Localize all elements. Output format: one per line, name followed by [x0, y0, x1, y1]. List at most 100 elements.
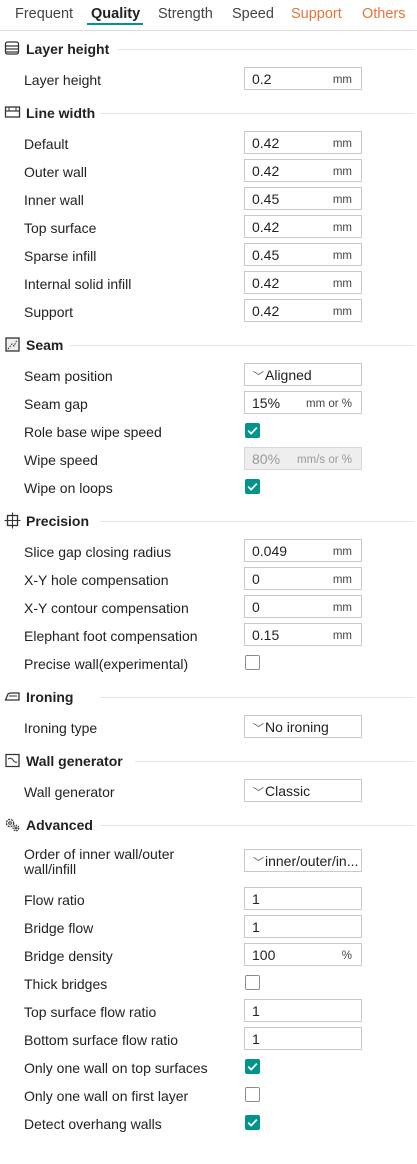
flow-ratio-input[interactable]: 1	[244, 887, 362, 910]
setting-label: Default	[24, 136, 69, 152]
setting-row-inner-wall: Inner wall 0.45 mm	[0, 186, 417, 214]
precise-wall-checkbox[interactable]	[245, 655, 260, 670]
input-value: 0.45	[252, 247, 280, 263]
seam-position-dropdown[interactable]: ﹀ Aligned	[244, 363, 362, 386]
input-unit: mm	[332, 574, 352, 586]
setting-label: Seam gap	[24, 396, 88, 412]
divider	[100, 521, 415, 522]
setting-row-wall-order: Order of inner wall/outer wall/infill ﹀ i…	[0, 846, 417, 877]
ironing-type-dropdown[interactable]: ﹀ No ironing	[244, 715, 362, 738]
input-value: 1	[252, 1003, 260, 1019]
setting-label: Wall generator	[24, 784, 115, 800]
input-value: 1	[252, 919, 260, 935]
support-width-input[interactable]: 0.42 mm	[244, 299, 362, 322]
setting-label: Detect overhang walls	[24, 1116, 162, 1132]
section-advanced: Advanced	[0, 812, 417, 838]
one-wall-top-checkbox[interactable]	[245, 1059, 260, 1074]
bottom-surface-flow-input[interactable]: 1	[244, 1027, 362, 1050]
tab-strength[interactable]: Strength	[158, 6, 213, 22]
top-surface-flow-input[interactable]: 1	[244, 999, 362, 1022]
wipe-speed-input: 80% mm/s or %	[244, 447, 362, 470]
default-width-input[interactable]: 0.42 mm	[244, 131, 362, 154]
wipe-on-loops-checkbox[interactable]	[245, 479, 260, 494]
input-value: 0.42	[252, 275, 280, 291]
select-value: Classic	[265, 783, 311, 799]
input-unit: mm or %	[306, 398, 352, 410]
setting-row-bottom-surface-flow: Bottom surface flow ratio 1	[0, 1026, 417, 1054]
divider	[100, 697, 415, 698]
chevron-down-icon: ﹀	[253, 371, 264, 383]
input-unit: mm	[332, 222, 352, 234]
setting-row-elephant-foot: Elephant foot compensation 0.15 mm	[0, 622, 417, 650]
gears-icon	[5, 818, 20, 832]
layer-height-input[interactable]: 0.2 mm	[244, 67, 362, 90]
input-unit: mm	[332, 306, 352, 318]
section-title: Seam	[26, 337, 64, 353]
seam-icon	[5, 337, 20, 352]
elephant-foot-input[interactable]: 0.15 mm	[244, 623, 362, 646]
inner-wall-width-input[interactable]: 0.45 mm	[244, 187, 362, 210]
setting-label: Only one wall on top surfaces	[24, 1060, 208, 1076]
detect-overhang-checkbox[interactable]	[245, 1115, 260, 1130]
section-seam: Seam	[0, 332, 417, 358]
section-precision: Precision	[0, 508, 417, 534]
wall-generator-icon	[5, 753, 20, 768]
section-title: Wall generator	[26, 753, 123, 769]
top-surface-width-input[interactable]: 0.42 mm	[244, 215, 362, 238]
bridge-flow-input[interactable]: 1	[244, 915, 362, 938]
wall-order-dropdown[interactable]: ﹀ inner/outer/in...	[244, 849, 362, 872]
input-value: 0.42	[252, 163, 280, 179]
input-unit: mm	[332, 166, 352, 178]
select-value: inner/outer/in...	[265, 853, 359, 869]
internal-solid-infill-width-input[interactable]: 0.42 mm	[244, 271, 362, 294]
setting-row-xy-hole: X-Y hole compensation 0 mm	[0, 566, 417, 594]
setting-row-seam-gap: Seam gap 15% mm or %	[0, 390, 417, 418]
input-value: 0.45	[252, 191, 280, 207]
tab-speed[interactable]: Speed	[232, 6, 274, 22]
setting-label: Bottom surface flow ratio	[24, 1032, 179, 1048]
input-unit: mm	[332, 278, 352, 290]
input-unit: mm	[332, 546, 352, 558]
tab-support[interactable]: Support	[291, 6, 342, 22]
setting-label: Seam position	[24, 368, 113, 384]
chevron-down-icon: ﹀	[253, 723, 264, 735]
xy-hole-compensation-input[interactable]: 0 mm	[244, 567, 362, 590]
input-unit: mm	[332, 250, 352, 262]
setting-row-ironing-type: Ironing type ﹀ No ironing	[0, 714, 417, 742]
slice-gap-input[interactable]: 0.049 mm	[244, 539, 362, 562]
thick-bridges-checkbox[interactable]	[245, 975, 260, 990]
setting-row-sparse-infill: Sparse infill 0.45 mm	[0, 242, 417, 270]
role-base-wipe-speed-checkbox[interactable]	[245, 423, 260, 438]
setting-label: Slice gap closing radius	[24, 544, 172, 560]
setting-label: Outer wall	[24, 164, 88, 180]
input-unit: mm/s or %	[297, 454, 352, 466]
tab-quality[interactable]: Quality	[91, 6, 140, 22]
setting-row-thick-bridges: Thick bridges	[0, 970, 417, 998]
setting-row-top-surface-flow: Top surface flow ratio 1	[0, 998, 417, 1026]
setting-label: Top surface flow ratio	[24, 1004, 157, 1020]
setting-label: Wipe speed	[24, 452, 98, 468]
setting-label: Thick bridges	[24, 976, 108, 992]
setting-row-layer-height: Layer height 0.2 mm	[0, 66, 417, 94]
one-wall-first-layer-checkbox[interactable]	[245, 1087, 260, 1102]
tab-frequent[interactable]: Frequent	[15, 6, 73, 22]
checkmark-icon	[247, 1118, 258, 1127]
setting-label: Order of inner wall/outer wall/infill	[24, 846, 175, 877]
xy-contour-compensation-input[interactable]: 0 mm	[244, 595, 362, 618]
setting-row-bridge-density: Bridge density 100%	[0, 942, 417, 970]
setting-label: Only one wall on first layer	[24, 1088, 189, 1104]
input-value: 80%	[252, 451, 281, 467]
wall-generator-dropdown[interactable]: ﹀ Classic	[244, 779, 362, 802]
setting-label: Ironing type	[24, 720, 98, 736]
section-title: Ironing	[26, 689, 74, 705]
outer-wall-width-input[interactable]: 0.42 mm	[244, 159, 362, 182]
input-unit: mm	[332, 138, 352, 150]
input-value: 100	[252, 947, 276, 963]
sparse-infill-width-input[interactable]: 0.45 mm	[244, 243, 362, 266]
section-layer-height: Layer height	[0, 36, 417, 62]
setting-label: Role base wipe speed	[24, 424, 162, 440]
seam-gap-input[interactable]: 15% mm or %	[244, 391, 362, 414]
checkmark-icon	[247, 426, 258, 435]
tab-others[interactable]: Others	[362, 6, 406, 22]
bridge-density-input[interactable]: 100%	[244, 943, 362, 966]
